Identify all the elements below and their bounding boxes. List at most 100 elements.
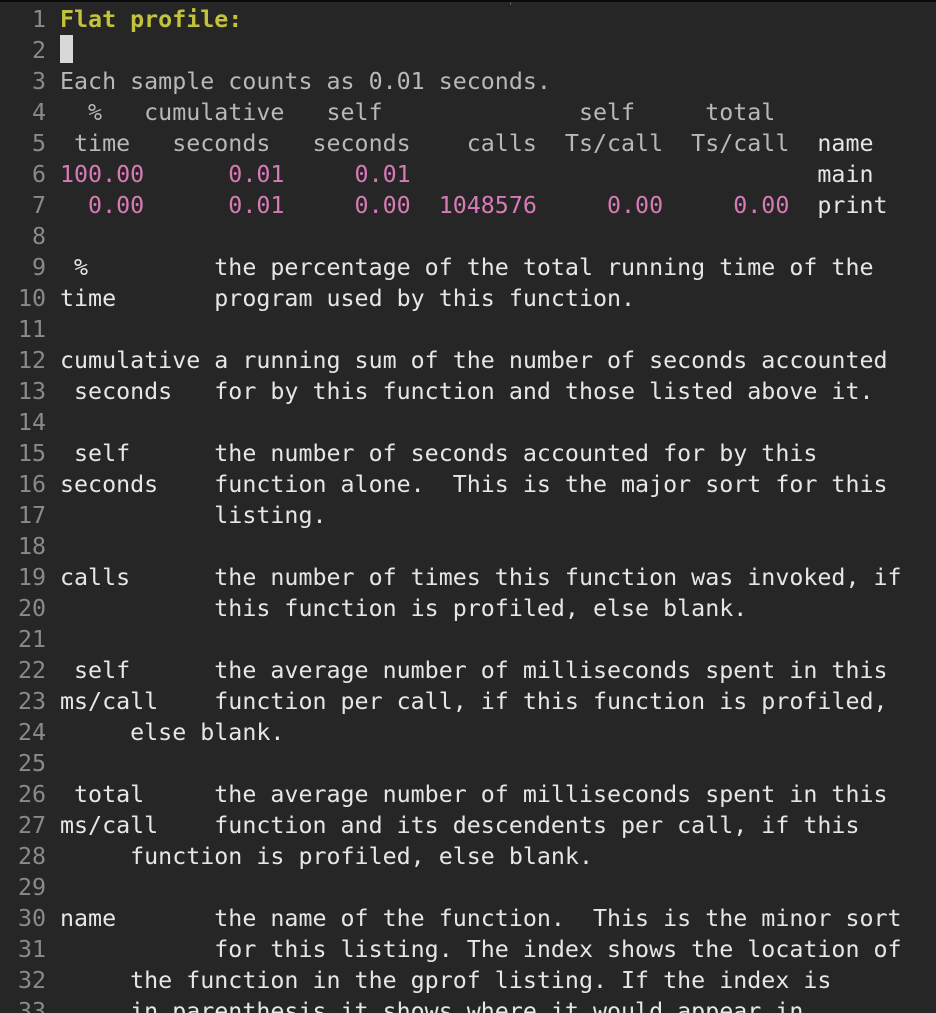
editor-line[interactable]: 5 time seconds seconds calls Ts/call Ts/… <box>0 128 902 159</box>
line-number: 15 <box>17 440 46 467</box>
line-number: 1 <box>31 6 46 33</box>
line-text: self the number of seconds accounted for… <box>60 438 817 469</box>
line-number: 13 <box>17 378 46 405</box>
line-number: 11 <box>17 316 46 343</box>
line-text: this function is profiled, else blank. <box>60 593 747 624</box>
line-text: calls the number of times this function … <box>60 562 902 593</box>
text-segment: calls the number of times this function … <box>60 564 902 591</box>
editor-line[interactable]: 7 0.00 0.01 0.00 1048576 0.00 0.00 print <box>0 190 902 221</box>
editor-line[interactable]: 4 % cumulative self self total <box>0 97 902 128</box>
editor-line[interactable]: 24 else blank. <box>0 717 902 748</box>
line-text: self the average number of milliseconds … <box>60 655 888 686</box>
line-text: seconds function alone. This is the majo… <box>60 469 888 500</box>
editor-line[interactable]: 20 this function is profiled, else blank… <box>0 593 902 624</box>
editor-line[interactable]: 19 calls the number of times this functio… <box>0 562 902 593</box>
editor-line[interactable]: 22 self the average number of millisecon… <box>0 655 902 686</box>
text-segment: print <box>817 192 888 219</box>
text-cursor <box>60 35 73 63</box>
editor-line[interactable]: 3 Each sample counts as 0.01 seconds. <box>0 66 902 97</box>
editor-line[interactable]: 21 <box>0 624 902 655</box>
line-number: 26 <box>17 781 46 808</box>
text-segment: 0.00 0.01 0.00 1048576 0.00 0.00 <box>60 192 818 219</box>
text-segment: cumulative a running sum of the number o… <box>60 347 888 374</box>
line-text: seconds for by this function and those l… <box>60 376 874 407</box>
text-segment: total the average number of milliseconds… <box>60 781 888 808</box>
text-segment: name <box>817 130 874 157</box>
line-number: 10 <box>17 285 46 312</box>
line-number: 23 <box>17 688 46 715</box>
editor-line[interactable]: 16 seconds function alone. This is the ma… <box>0 469 902 500</box>
editor-line[interactable]: 2 <box>0 35 902 66</box>
line-text: time seconds seconds calls Ts/call Ts/ca… <box>60 128 874 159</box>
line-text: Each sample counts as 0.01 seconds. <box>60 66 551 97</box>
line-number: 31 <box>17 936 46 963</box>
editor-line[interactable]: 9 % the percentage of the total running … <box>0 252 902 283</box>
line-number: 14 <box>17 409 46 436</box>
line-number: 29 <box>17 874 46 901</box>
editor-line[interactable]: 26 total the average number of milliseco… <box>0 779 902 810</box>
line-number: 16 <box>17 471 46 498</box>
line-text <box>60 35 73 66</box>
line-text: ms/call function per call, if this funct… <box>60 686 888 717</box>
line-number: 25 <box>17 750 46 777</box>
line-text: else blank. <box>60 717 284 748</box>
editor-line[interactable]: 32 the function in the gprof listing. If… <box>0 965 902 996</box>
line-number: 18 <box>17 533 46 560</box>
line-text: in parenthesis it shows where it would a… <box>60 996 803 1013</box>
editor-line[interactable]: 14 <box>0 407 902 438</box>
text-segment: name the name of the function. This is t… <box>60 905 902 932</box>
line-number: 9 <box>31 254 46 281</box>
text-segment: time program used by this function. <box>60 285 636 312</box>
editor-line[interactable]: 12 cumulative a running sum of the number… <box>0 345 902 376</box>
line-text: for this listing. The index shows the lo… <box>60 934 902 965</box>
text-segment: self the average number of milliseconds … <box>60 657 888 684</box>
line-text: ms/call function and its descendents per… <box>60 810 859 841</box>
text-segment: in parenthesis it shows where it would a… <box>60 998 804 1013</box>
text-segment: seconds for by this function and those l… <box>60 378 874 405</box>
editor-line[interactable]: 6 100.00 0.01 0.01 main <box>0 159 902 190</box>
line-number: 30 <box>17 905 46 932</box>
line-text: the function in the gprof listing. If th… <box>60 965 831 996</box>
line-number: 22 <box>17 657 46 684</box>
line-text: time program used by this function. <box>60 283 635 314</box>
editor-line[interactable]: 29 <box>0 872 902 903</box>
editor-line[interactable]: 17 listing. <box>0 500 902 531</box>
editor-line[interactable]: 25 <box>0 748 902 779</box>
editor-line[interactable]: 11 <box>0 314 902 345</box>
line-number: 2 <box>31 37 46 64</box>
text-segment: main <box>817 161 874 188</box>
editor-line[interactable]: 15 self the number of seconds accounted … <box>0 438 902 469</box>
editor-line[interactable]: 30 name the name of the function. This is… <box>0 903 902 934</box>
editor-line[interactable]: 8 <box>0 221 902 252</box>
editor-line[interactable]: 1 Flat profile: <box>0 4 902 35</box>
line-text: % the percentage of the total running ti… <box>60 252 874 283</box>
editor-line[interactable]: 33 in parenthesis it shows where it woul… <box>0 996 902 1013</box>
line-number: 32 <box>17 967 46 994</box>
line-text: 0.00 0.01 0.00 1048576 0.00 0.00 print <box>60 190 888 221</box>
line-text: name the name of the function. This is t… <box>60 903 902 934</box>
line-text: total the average number of milliseconds… <box>60 779 888 810</box>
text-segment: ms/call function per call, if this funct… <box>60 688 888 715</box>
editor-line[interactable]: 10 time program used by this function. <box>0 283 902 314</box>
editor-line[interactable]: 31 for this listing. The index shows the… <box>0 934 902 965</box>
text-segment: else blank. <box>60 719 285 746</box>
text-segment: this function is profiled, else blank. <box>60 595 748 622</box>
line-number: 20 <box>17 595 46 622</box>
text-segment: listing. <box>60 502 327 529</box>
editor-line[interactable]: 13 seconds for by this function and thos… <box>0 376 902 407</box>
text-editor[interactable]: 1 Flat profile: 2 3 Each sample counts as 0.… <box>0 0 936 1013</box>
text-segment: for this listing. The index shows the lo… <box>60 936 902 963</box>
line-text: Flat profile: <box>60 4 242 35</box>
line-number: 3 <box>31 68 46 95</box>
line-text: function is profiled, else blank. <box>60 841 593 872</box>
line-number: 19 <box>17 564 46 591</box>
editor-line[interactable]: 27 ms/call function and its descendents p… <box>0 810 902 841</box>
editor-line[interactable]: 28 function is profiled, else blank. <box>0 841 902 872</box>
editor-buffer[interactable]: 1 Flat profile: 2 3 Each sample counts as 0.… <box>0 4 902 1013</box>
editor-line[interactable]: 18 <box>0 531 902 562</box>
line-text: listing. <box>60 500 327 531</box>
editor-line[interactable]: 23 ms/call function per call, if this fun… <box>0 686 902 717</box>
line-number: 27 <box>17 812 46 839</box>
text-segment: 100.00 0.01 0.01 <box>60 161 818 188</box>
text-segment: time seconds seconds calls Ts/call Ts/ca… <box>60 130 818 157</box>
